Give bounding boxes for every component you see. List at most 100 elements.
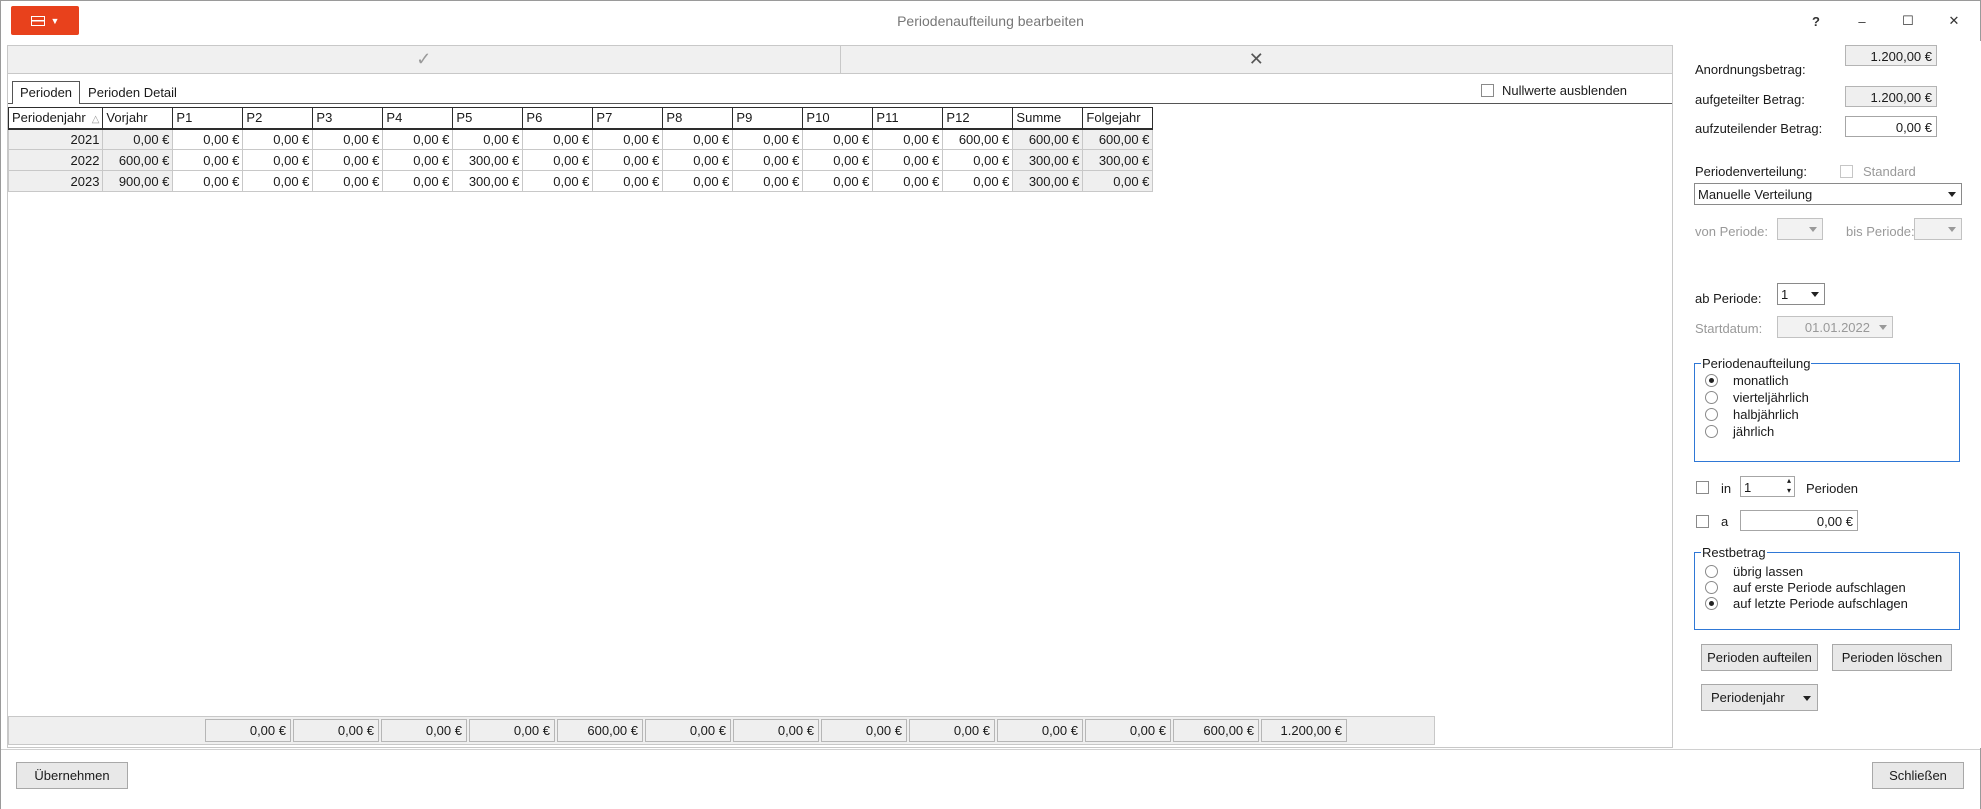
uebernehmen-button[interactable]: Übernehmen bbox=[16, 762, 128, 789]
amount-cell[interactable]: 0,00 € bbox=[382, 149, 454, 171]
amount-cell[interactable]: 0,00 € bbox=[172, 149, 244, 171]
radio-button[interactable] bbox=[1705, 581, 1718, 594]
schliessen-button[interactable]: Schließen bbox=[1872, 762, 1964, 789]
amount-cell[interactable]: 0,00 € bbox=[592, 128, 664, 150]
amount-cell[interactable]: 0,00 € bbox=[312, 149, 384, 171]
amount-cell[interactable]: 300,00 € bbox=[452, 170, 524, 192]
amount-cell[interactable]: 0,00 € bbox=[872, 170, 944, 192]
amount-cell[interactable]: 0,00 € bbox=[942, 149, 1014, 171]
amount-cell[interactable]: 0,00 € bbox=[732, 128, 804, 150]
radio-option[interactable]: halbjährlich bbox=[1705, 407, 1799, 422]
tab-perioden[interactable]: Perioden bbox=[12, 81, 81, 104]
amount-cell[interactable]: 600,00 € bbox=[942, 128, 1014, 150]
stepper-arrows-icon[interactable]: ▴ ▾ bbox=[1787, 476, 1791, 496]
amount-cell[interactable]: 0,00 € bbox=[312, 128, 384, 150]
column-header-p6[interactable]: P6 bbox=[522, 107, 594, 130]
amount-cell[interactable]: 0,00 € bbox=[522, 128, 594, 150]
verteilung-select[interactable]: Manuelle Verteilung bbox=[1694, 183, 1962, 205]
amount-cell[interactable]: 0,00 € bbox=[802, 149, 874, 171]
radio-button[interactable] bbox=[1705, 408, 1718, 421]
column-header-periodenjahr[interactable]: Periodenjahr △ bbox=[7, 107, 104, 130]
amount-cell[interactable]: 0,00 € bbox=[312, 170, 384, 192]
a-checkbox[interactable] bbox=[1696, 515, 1709, 528]
amount-cell[interactable]: 0,00 € bbox=[382, 170, 454, 192]
column-header-p1[interactable]: P1 bbox=[172, 107, 244, 130]
von-periode-select[interactable] bbox=[1777, 218, 1823, 240]
column-header-p4[interactable]: P4 bbox=[382, 107, 454, 130]
amount-cell[interactable]: 0,00 € bbox=[242, 170, 314, 192]
standard-checkbox[interactable] bbox=[1840, 165, 1853, 178]
amount-cell[interactable]: 0,00 € bbox=[242, 128, 314, 150]
radio-option[interactable]: vierteljährlich bbox=[1705, 390, 1809, 405]
aufzuteilen-field[interactable]: 0,00 € bbox=[1845, 116, 1937, 137]
column-header-p5[interactable]: P5 bbox=[452, 107, 524, 130]
minimize-button[interactable]: – bbox=[1847, 9, 1877, 33]
column-header-p2[interactable]: P2 bbox=[242, 107, 314, 130]
column-header-p10[interactable]: P10 bbox=[802, 107, 874, 130]
in-perioden-checkbox[interactable] bbox=[1696, 481, 1709, 494]
amount-cell[interactable]: 0,00 € bbox=[242, 149, 314, 171]
startdatum-select[interactable]: 01.01.2022 bbox=[1777, 316, 1893, 338]
in-perioden-stepper[interactable]: 1 ▴ ▾ bbox=[1740, 476, 1795, 497]
amount-cell[interactable]: 0,00 € bbox=[662, 170, 734, 192]
amount-cell[interactable]: 0,00 € bbox=[662, 149, 734, 171]
radio-button[interactable] bbox=[1705, 391, 1718, 404]
close-window-button[interactable]: ✕ bbox=[1939, 9, 1969, 33]
column-header-p3[interactable]: P3 bbox=[312, 107, 384, 130]
help-button[interactable]: ? bbox=[1801, 9, 1831, 33]
amount-cell[interactable]: 0,00 € bbox=[872, 128, 944, 150]
total-cell: 0,00 € bbox=[997, 719, 1083, 742]
nullwerte-toggle[interactable]: Nullwerte ausblenden bbox=[1481, 83, 1627, 98]
close-icon[interactable]: ✕ bbox=[841, 46, 1673, 73]
radio-option[interactable]: auf erste Periode aufschlagen bbox=[1705, 580, 1906, 595]
column-header-folgejahr[interactable]: Folgejahr bbox=[1082, 107, 1154, 130]
column-header-summe[interactable]: Summe bbox=[1012, 107, 1084, 130]
amount-cell[interactable]: 0,00 € bbox=[592, 170, 664, 192]
radio-option[interactable]: übrig lassen bbox=[1705, 564, 1803, 579]
column-header-p9[interactable]: P9 bbox=[732, 107, 804, 130]
amount-cell[interactable]: 0,00 € bbox=[732, 149, 804, 171]
perioden-loeschen-button[interactable]: Perioden löschen bbox=[1832, 644, 1952, 671]
amount-cell[interactable]: 0,00 € bbox=[732, 170, 804, 192]
radio-button[interactable] bbox=[1705, 565, 1718, 578]
nullwerte-checkbox[interactable] bbox=[1481, 84, 1494, 97]
radio-option[interactable]: jährlich bbox=[1705, 424, 1774, 439]
column-header-p7[interactable]: P7 bbox=[592, 107, 664, 130]
amount-cell[interactable]: 0,00 € bbox=[872, 149, 944, 171]
amount-cell[interactable]: 0,00 € bbox=[802, 170, 874, 192]
column-header-p8[interactable]: P8 bbox=[662, 107, 734, 130]
amount-cell[interactable]: 0,00 € bbox=[522, 149, 594, 171]
table-row[interactable]: 2021 0,00 €0,00 €0,00 €0,00 €0,00 €0,00 €… bbox=[7, 128, 1154, 150]
column-header-p12[interactable]: P12 bbox=[942, 107, 1014, 130]
perioden-label: Perioden bbox=[1806, 481, 1859, 496]
radio-button[interactable] bbox=[1705, 597, 1718, 610]
aufgeteilt-value: 1.200,00 € bbox=[1845, 86, 1937, 107]
periodenjahr-button[interactable]: Periodenjahr bbox=[1701, 684, 1818, 711]
amount-cell[interactable]: 300,00 € bbox=[452, 149, 524, 171]
table-row[interactable]: 2023 900,00 €0,00 €0,00 €0,00 €0,00 €300,… bbox=[7, 170, 1154, 192]
tab-perioden-detail[interactable]: Perioden Detail bbox=[80, 81, 185, 103]
amount-cell[interactable]: 0,00 € bbox=[942, 170, 1014, 192]
amount-cell[interactable]: 0,00 € bbox=[802, 128, 874, 150]
table-row[interactable]: 2022 600,00 €0,00 €0,00 €0,00 €0,00 €300,… bbox=[7, 149, 1154, 171]
ab-periode-select[interactable]: 1 bbox=[1777, 283, 1825, 305]
amount-cell[interactable]: 0,00 € bbox=[172, 170, 244, 192]
perioden-aufteilen-button[interactable]: Perioden aufteilen bbox=[1701, 644, 1818, 671]
radio-option[interactable]: auf letzte Periode aufschlagen bbox=[1705, 596, 1908, 611]
radio-button[interactable] bbox=[1705, 425, 1718, 438]
amount-cell[interactable]: 0,00 € bbox=[452, 128, 524, 150]
radio-option[interactable]: monatlich bbox=[1705, 373, 1789, 388]
amount-cell[interactable]: 0,00 € bbox=[382, 128, 454, 150]
radio-button[interactable] bbox=[1705, 374, 1718, 387]
amount-cell[interactable]: 0,00 € bbox=[522, 170, 594, 192]
a-field[interactable]: 0,00 € bbox=[1740, 510, 1858, 531]
maximize-button[interactable]: ☐ bbox=[1893, 9, 1923, 33]
amount-cell[interactable]: 0,00 € bbox=[592, 149, 664, 171]
bis-periode-select[interactable] bbox=[1914, 218, 1962, 240]
column-header-vorjahr[interactable]: Vorjahr bbox=[102, 107, 174, 130]
amount-cell[interactable]: 0,00 € bbox=[172, 128, 244, 150]
amount-cell[interactable]: 0,00 € bbox=[662, 128, 734, 150]
column-header-p11[interactable]: P11 bbox=[872, 107, 944, 130]
checkmark-icon[interactable]: ✓ bbox=[8, 46, 841, 73]
column-header-label: P7 bbox=[596, 110, 613, 126]
